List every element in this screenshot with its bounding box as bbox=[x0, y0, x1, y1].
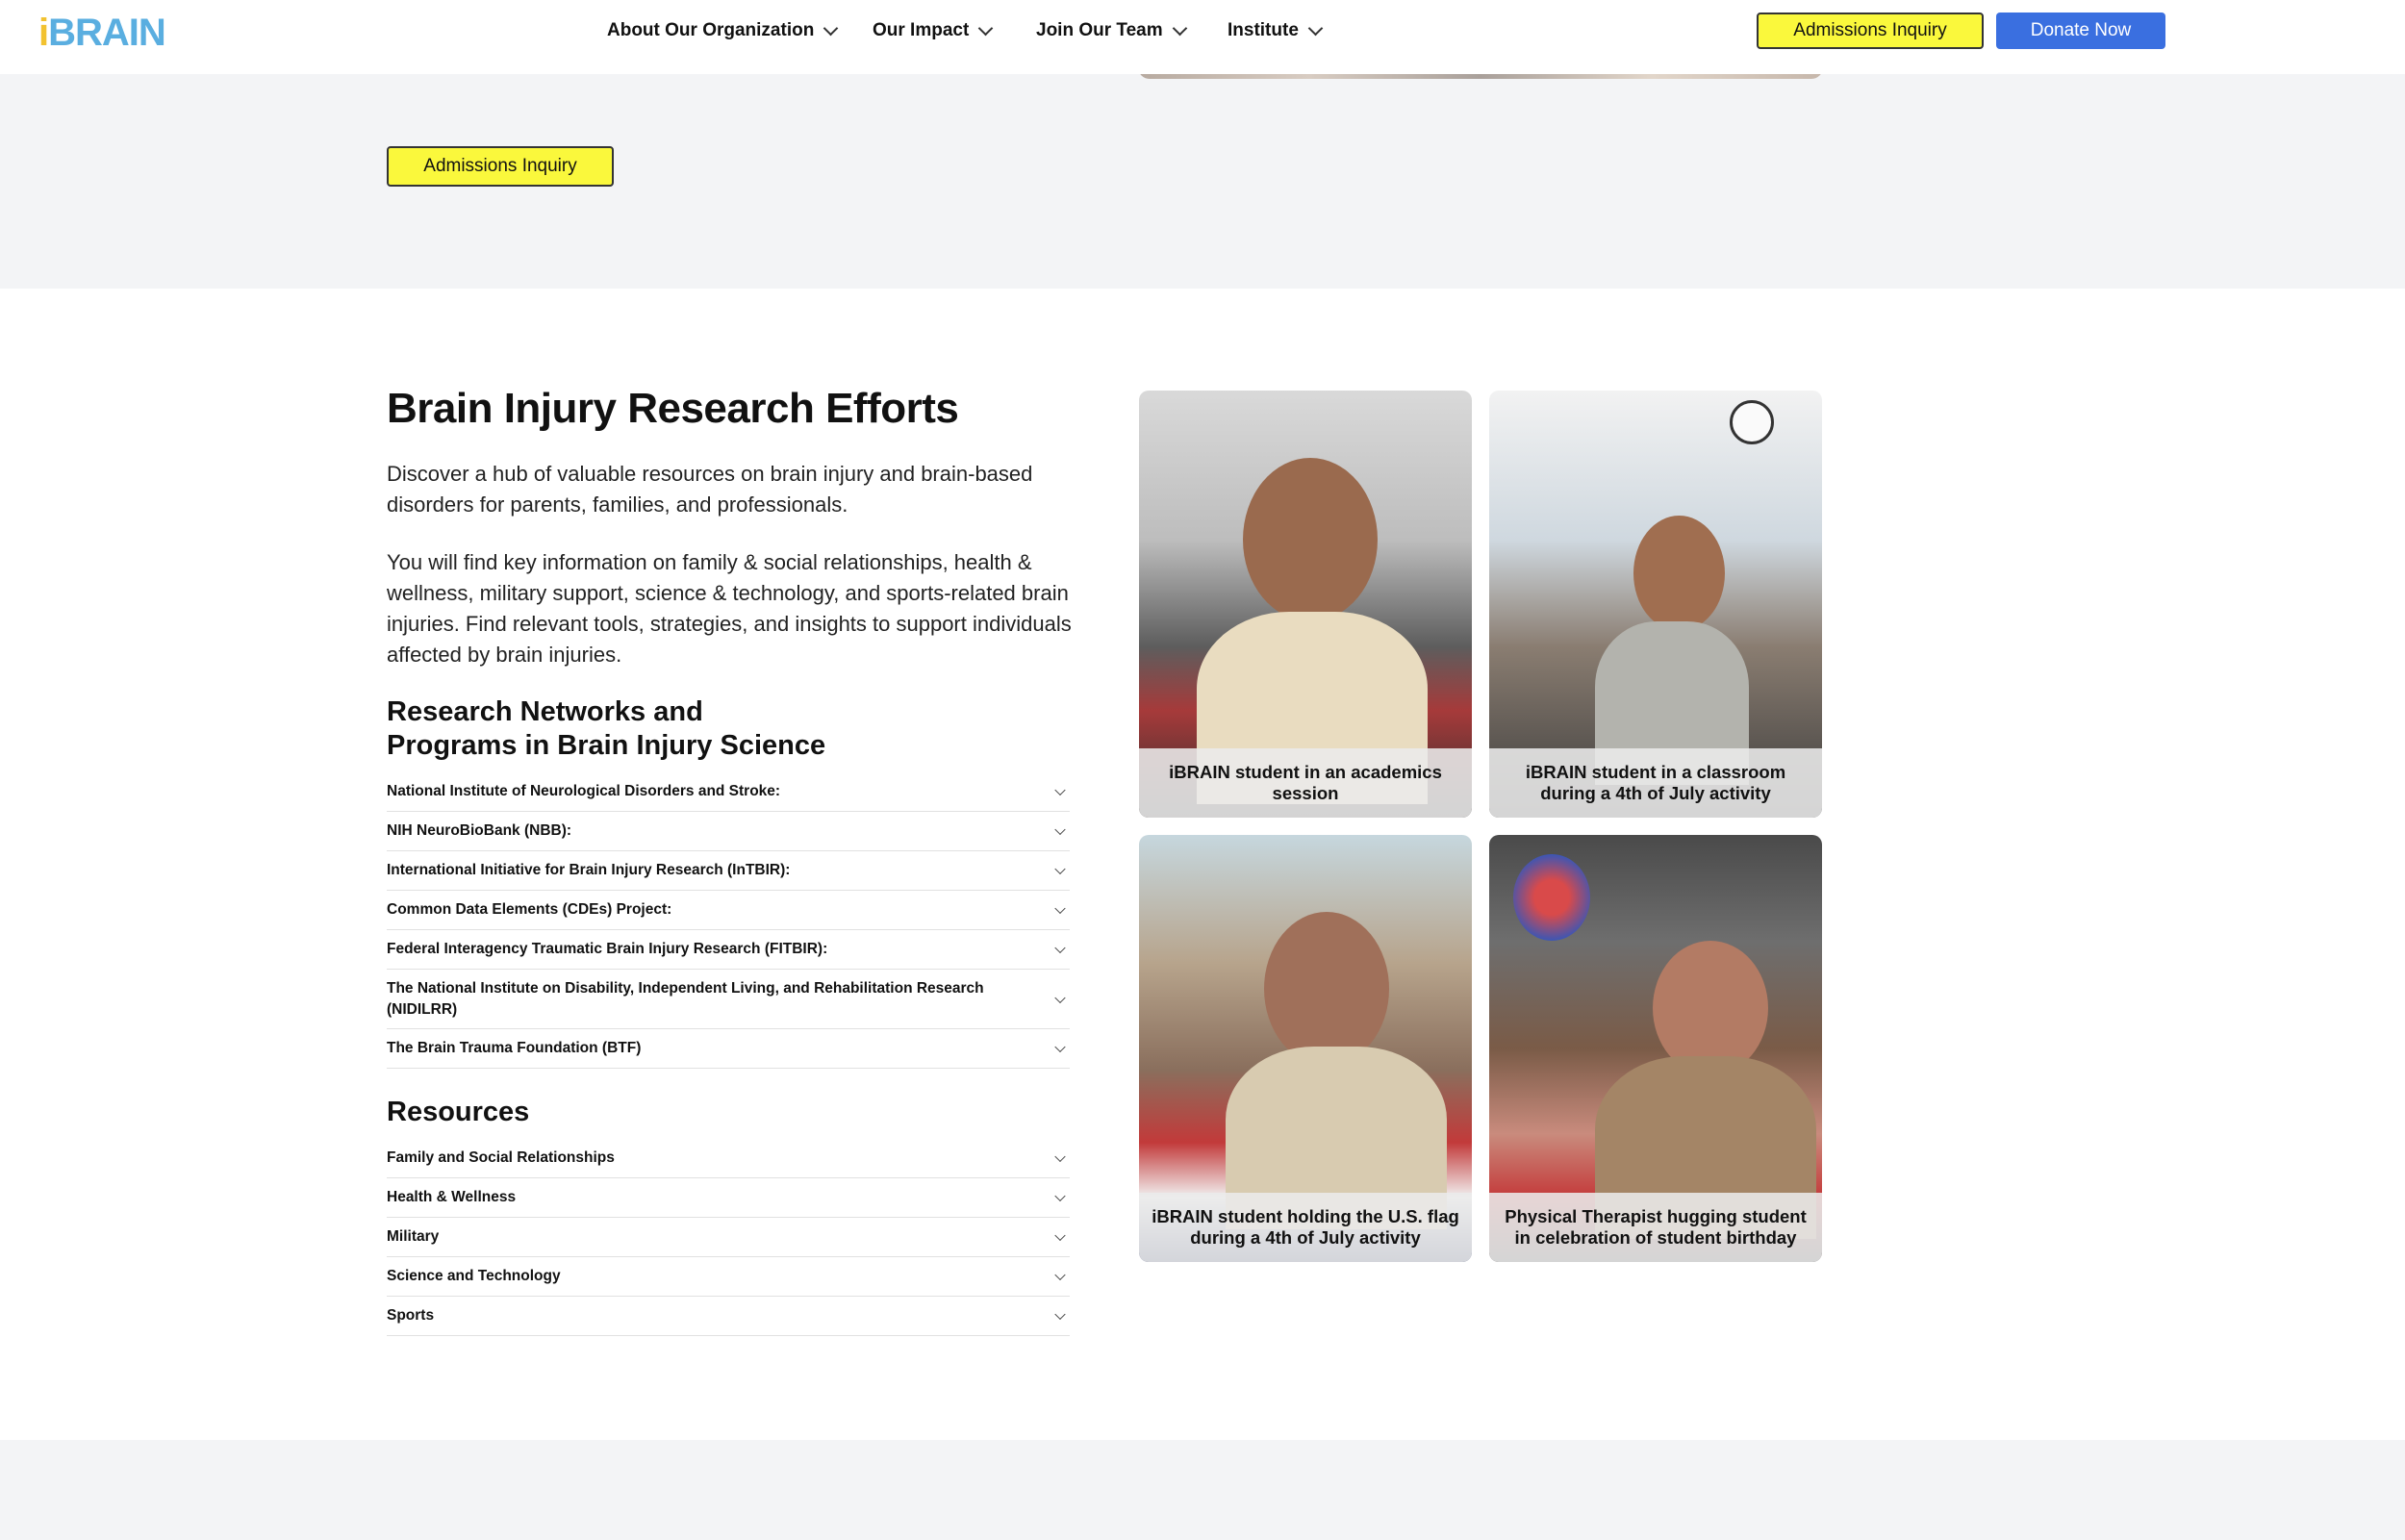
accordion-item[interactable]: Science and Technology bbox=[387, 1257, 1070, 1297]
balloon-graphic bbox=[1513, 854, 1590, 941]
chevron-down-icon bbox=[1172, 20, 1187, 36]
accordion-item[interactable]: Common Data Elements (CDEs) Project: bbox=[387, 891, 1070, 930]
chevron-down-icon bbox=[823, 20, 839, 36]
accordion-item-label: Sports bbox=[387, 1307, 435, 1324]
header-admissions-button[interactable]: Admissions Inquiry bbox=[1757, 13, 1984, 49]
accordion-item[interactable]: International Initiative for Brain Injur… bbox=[387, 851, 1070, 891]
networks-heading: Research Networks and Programs in Brain … bbox=[387, 696, 826, 761]
chevron-down-icon bbox=[978, 20, 994, 36]
chevron-down-icon bbox=[1054, 992, 1066, 1003]
networks-accordion: National Institute of Neurological Disor… bbox=[387, 772, 1070, 1069]
logo-i-accent: i bbox=[38, 12, 49, 54]
accordion-item-label: International Initiative for Brain Injur… bbox=[387, 862, 791, 878]
chevron-down-icon bbox=[1054, 942, 1066, 954]
clock-graphic bbox=[1730, 400, 1774, 444]
hero-band bbox=[0, 74, 2405, 289]
nav-institute-label: Institute bbox=[1228, 20, 1299, 40]
accordion-item-label: National Institute of Neurological Disor… bbox=[387, 783, 781, 799]
chevron-down-icon bbox=[1054, 1150, 1066, 1163]
chevron-down-icon bbox=[1054, 1229, 1066, 1242]
chevron-down-icon bbox=[1054, 1041, 1066, 1053]
details-paragraph: You will find key information on family … bbox=[387, 550, 1072, 667]
accordion-item[interactable]: Family and Social Relationships bbox=[387, 1139, 1070, 1178]
chevron-down-icon bbox=[1054, 784, 1066, 796]
accordion-item-label: Military bbox=[387, 1228, 440, 1245]
accordion-item[interactable]: National Institute of Neurological Disor… bbox=[387, 772, 1070, 812]
nav-impact[interactable]: Our Impact bbox=[873, 0, 994, 62]
chevron-down-icon bbox=[1054, 1190, 1066, 1202]
photo-academics-session: iBRAIN student in an academics session bbox=[1139, 391, 1472, 818]
accordion-item[interactable]: Military bbox=[387, 1218, 1070, 1257]
logo-text: BRAIN bbox=[48, 12, 166, 54]
photo-caption: iBRAIN student in an academics session bbox=[1139, 748, 1472, 818]
admissions-inquiry-button[interactable]: Admissions Inquiry bbox=[387, 146, 614, 187]
accordion-item-label: NIH NeuroBioBank (NBB): bbox=[387, 822, 572, 839]
nav-impact-label: Our Impact bbox=[873, 20, 970, 40]
resources-accordion: Family and Social Relationships Health &… bbox=[387, 1139, 1070, 1336]
nav-join-team[interactable]: Join Our Team bbox=[1036, 0, 1187, 62]
photo-caption: Physical Therapist hugging student in ce… bbox=[1489, 1193, 1822, 1262]
donate-button[interactable]: Donate Now bbox=[1996, 13, 2165, 49]
chevron-down-icon bbox=[1307, 20, 1324, 36]
ibrain-logo[interactable]: iBRAIN bbox=[38, 12, 166, 55]
accordion-item-label: Federal Interagency Traumatic Brain Inju… bbox=[387, 941, 828, 957]
resources-heading: Resources bbox=[387, 1097, 530, 1127]
accordion-item[interactable]: The Brain Trauma Foundation (BTF) bbox=[387, 1029, 1070, 1069]
accordion-item[interactable]: Sports bbox=[387, 1297, 1070, 1336]
accordion-item[interactable]: Federal Interagency Traumatic Brain Inju… bbox=[387, 930, 1070, 970]
accordion-item-label: The Brain Trauma Foundation (BTF) bbox=[387, 1040, 642, 1056]
section-title: Brain Injury Research Efforts bbox=[387, 385, 959, 432]
chevron-down-icon bbox=[1054, 902, 1066, 915]
photo-caption: iBRAIN student holding the U.S. flag dur… bbox=[1139, 1193, 1472, 1262]
photo-therapist-hug: Physical Therapist hugging student in ce… bbox=[1489, 835, 1822, 1262]
chevron-down-icon bbox=[1054, 823, 1066, 836]
photo-subject bbox=[1264, 912, 1389, 1066]
photo-subject bbox=[1653, 941, 1768, 1075]
nav-join-team-label: Join Our Team bbox=[1036, 20, 1163, 40]
chevron-down-icon bbox=[1054, 1308, 1066, 1321]
site-header: iBRAIN About Our Organization Our Impact… bbox=[0, 0, 2405, 74]
accordion-item[interactable]: The National Institute on Disability, In… bbox=[387, 970, 1070, 1029]
nav-institute[interactable]: Institute bbox=[1228, 0, 1324, 62]
nav-about-label: About Our Organization bbox=[607, 20, 815, 40]
photo-flag-july: iBRAIN student holding the U.S. flag dur… bbox=[1139, 835, 1472, 1262]
footer-band bbox=[0, 1440, 2405, 1540]
photo-subject bbox=[1243, 458, 1378, 621]
chevron-down-icon bbox=[1054, 1269, 1066, 1281]
chevron-down-icon bbox=[1054, 863, 1066, 875]
photo-subject bbox=[1633, 516, 1725, 631]
accordion-item-label: Science and Technology bbox=[387, 1268, 561, 1284]
accordion-item-label: The National Institute on Disability, In… bbox=[387, 979, 984, 1018]
photo-caption: iBRAIN student in a classroom during a 4… bbox=[1489, 748, 1822, 818]
accordion-item[interactable]: NIH NeuroBioBank (NBB): bbox=[387, 812, 1070, 851]
photo-classroom-july: iBRAIN student in a classroom during a 4… bbox=[1489, 391, 1822, 818]
accordion-item-label: Health & Wellness bbox=[387, 1189, 517, 1205]
accordion-item[interactable]: Health & Wellness bbox=[387, 1178, 1070, 1218]
accordion-item-label: Family and Social Relationships bbox=[387, 1149, 615, 1166]
intro-paragraph: Discover a hub of valuable resources on … bbox=[387, 462, 1033, 517]
nav-about[interactable]: About Our Organization bbox=[607, 0, 839, 62]
accordion-item-label: Common Data Elements (CDEs) Project: bbox=[387, 901, 672, 918]
